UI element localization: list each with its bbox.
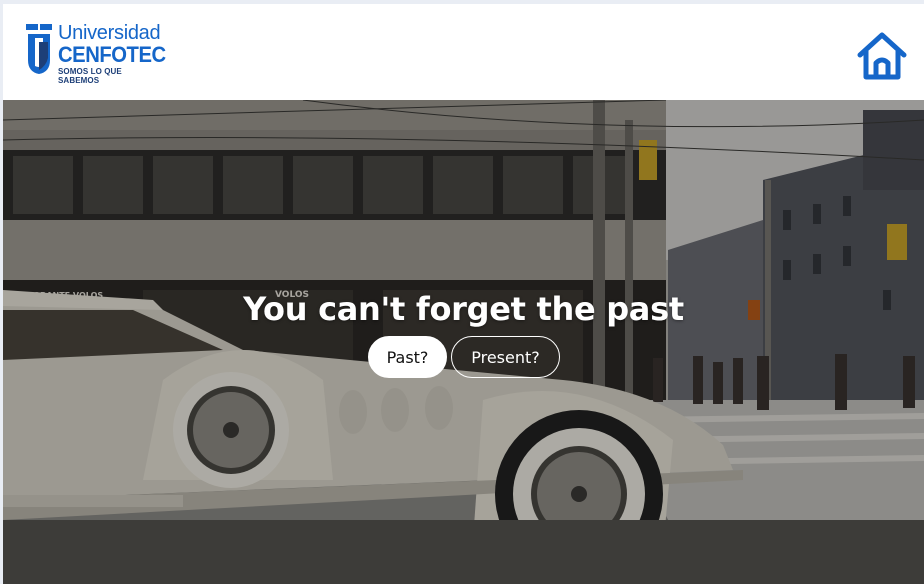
- app-frame: Universidad CENFOTEC SOMOS LO QUE SABEMO…: [3, 4, 924, 584]
- past-button[interactable]: Past?: [368, 336, 447, 378]
- university-logo[interactable]: Universidad CENFOTEC SOMOS LO QUE SABEMO…: [24, 22, 166, 85]
- hero-button-group: Past? Present?: [368, 336, 560, 378]
- site-header: Universidad CENFOTEC SOMOS LO QUE SABEMO…: [3, 4, 924, 100]
- logo-text-cenfotec: CENFOTEC: [58, 42, 166, 67]
- home-button[interactable]: [856, 31, 908, 81]
- logo-mark-icon: [26, 24, 52, 74]
- home-icon: [857, 32, 907, 80]
- present-button[interactable]: Present?: [451, 336, 560, 378]
- hero-section: RISTORANTE VOLOS VOLOS: [3, 100, 924, 584]
- logo-tagline: SOMOS LO QUE SABEMOS: [58, 67, 122, 85]
- hero-title: You can't forget the past: [243, 290, 684, 328]
